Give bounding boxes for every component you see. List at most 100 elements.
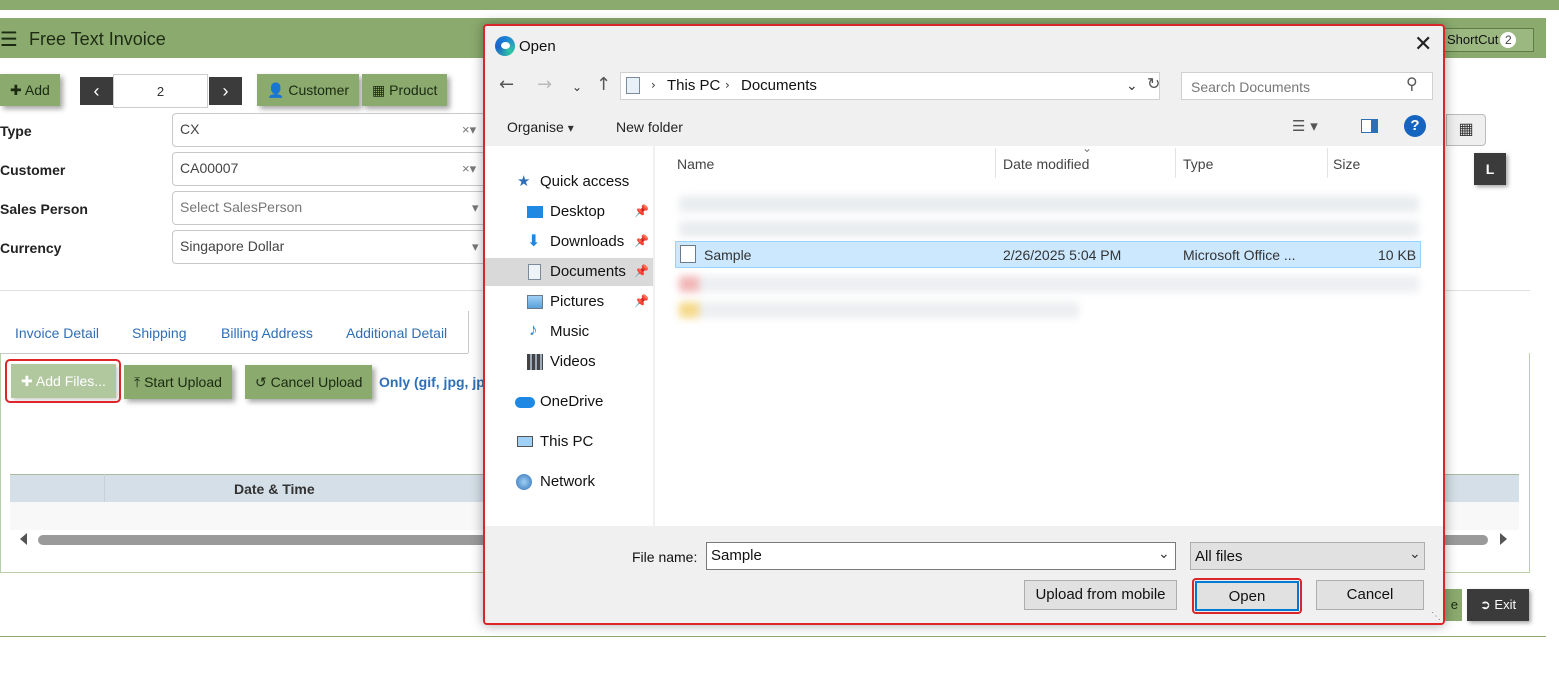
search-input[interactable]: Search Documents: [1181, 72, 1433, 100]
organise-menu[interactable]: Organise ▾: [507, 119, 574, 135]
pin-icon[interactable]: 📌: [634, 204, 649, 218]
file-name-input[interactable]: Sample: [706, 542, 1176, 570]
close-icon[interactable]: ✕: [1414, 32, 1432, 57]
customer-button[interactable]: 👤 Customer: [257, 74, 360, 106]
currency-field[interactable]: Singapore Dollar: [172, 230, 492, 264]
help-icon[interactable]: ?: [1404, 115, 1426, 137]
address-dropdown-icon[interactable]: ⌄: [1126, 78, 1138, 94]
nav-label: This PC: [540, 433, 594, 450]
scroll-left-icon[interactable]: [20, 533, 27, 545]
pin-icon[interactable]: 📌: [634, 234, 649, 248]
nav-item-videos[interactable]: Videos: [485, 348, 653, 376]
add-button[interactable]: ✚ Add: [0, 74, 60, 106]
sort-indicator-icon: ⌄: [1082, 141, 1093, 155]
product-button[interactable]: ▦ Product: [362, 74, 448, 106]
cancel-upload-button[interactable]: ↺ Cancel Upload: [245, 365, 373, 399]
page-title: Free Text Invoice: [29, 29, 166, 49]
footer-border: [0, 636, 1546, 637]
tab-additional-detail[interactable]: Additional Detail: [346, 325, 447, 341]
file-size: 10 KB: [1378, 247, 1417, 263]
column-header-size[interactable]: Size: [1333, 156, 1360, 172]
nav-item-quick-access[interactable]: ★ Quick access: [485, 168, 653, 196]
next-button[interactable]: ›: [209, 77, 242, 105]
tab-invoice-detail[interactable]: Invoice Detail: [15, 325, 99, 341]
blurred-file-row[interactable]: [679, 196, 1419, 212]
tab-shipping[interactable]: Shipping: [132, 325, 187, 341]
office-file-icon: [680, 245, 696, 263]
organise-label: Organise: [507, 119, 564, 135]
file-type: Microsoft Office ...: [1183, 247, 1296, 263]
column-header-name[interactable]: Name: [677, 156, 714, 172]
column-header-date-modified[interactable]: Date modified: [1003, 156, 1089, 172]
nav-item-music[interactable]: ♪ Music: [485, 318, 653, 346]
exit-button[interactable]: ➲ Exit: [1467, 589, 1529, 621]
nav-label: Desktop: [550, 203, 606, 220]
customer-value: CA00007: [180, 160, 239, 176]
view-options-icon[interactable]: ☰ ▾: [1292, 117, 1318, 135]
pin-icon[interactable]: 📌: [634, 264, 649, 278]
chevron-down-icon[interactable]: ▾: [472, 239, 479, 255]
star-icon: ★: [517, 173, 531, 190]
chevron-down-icon[interactable]: ⌄: [1409, 546, 1421, 562]
calendar-icon[interactable]: ▦: [1446, 114, 1486, 146]
file-type-select[interactable]: All files: [1190, 542, 1425, 570]
nav-item-documents[interactable]: Documents 📌: [485, 258, 653, 286]
clear-icon[interactable]: ×▾: [462, 122, 476, 138]
nav-item-this-pc[interactable]: This PC: [485, 428, 653, 456]
start-upload-button[interactable]: ⤒ Start Upload: [124, 365, 232, 399]
salesperson-field[interactable]: Select SalesPerson: [172, 191, 492, 225]
nav-label: Pictures: [550, 293, 605, 310]
refresh-icon[interactable]: ↻: [1147, 74, 1160, 93]
clear-icon[interactable]: ×▾: [462, 161, 476, 177]
chevron-down-icon[interactable]: ▾: [472, 200, 479, 216]
new-folder-button[interactable]: New folder: [616, 119, 683, 135]
up-arrow-icon[interactable]: ↑: [596, 74, 611, 95]
menu-icon[interactable]: ☰: [0, 27, 18, 51]
resize-grip-icon[interactable]: ⋱: [1431, 611, 1441, 622]
nav-item-network[interactable]: Network: [485, 468, 653, 496]
salesperson-placeholder: Select SalesPerson: [180, 199, 303, 215]
blurred-file-row[interactable]: [679, 302, 1079, 318]
save-label: e: [1450, 597, 1458, 612]
back-arrow-icon[interactable]: ←: [499, 74, 514, 95]
breadcrumb-documents[interactable]: Documents: [741, 77, 817, 94]
cancel-upload-label: Cancel Upload: [270, 374, 363, 390]
blurred-file-row[interactable]: [679, 276, 1419, 292]
top-strip: [0, 0, 1559, 10]
dialog-title: Open: [519, 38, 556, 55]
add-files-highlight: [5, 359, 121, 403]
customer-label: Customer: [0, 162, 66, 178]
nav-item-downloads[interactable]: ⬇ Downloads 📌: [485, 228, 653, 256]
breadcrumb-this-pc[interactable]: This PC: [667, 77, 720, 94]
file-type-value: All files: [1195, 548, 1243, 565]
type-field[interactable]: CX: [172, 113, 492, 147]
desktop-icon: [527, 206, 543, 218]
tab-billing-address[interactable]: Billing Address: [221, 325, 313, 341]
l-button[interactable]: L: [1474, 153, 1506, 185]
add-label: Add: [24, 82, 50, 98]
documents-icon: [528, 264, 541, 280]
chevron-down-icon[interactable]: ⌄: [1158, 546, 1170, 562]
recent-chevron-icon[interactable]: ⌄: [572, 80, 582, 94]
music-icon: ♪: [529, 320, 538, 339]
search-icon[interactable]: ⚲: [1406, 74, 1418, 93]
nav-item-desktop[interactable]: Desktop 📌: [485, 198, 653, 226]
nav-item-pictures[interactable]: Pictures 📌: [485, 288, 653, 316]
prev-button[interactable]: ‹: [80, 77, 113, 105]
documents-location-icon: [626, 77, 640, 94]
upload-from-mobile-button[interactable]: Upload from mobile: [1024, 580, 1177, 610]
cancel-button[interactable]: Cancel: [1316, 580, 1424, 610]
column-header-type[interactable]: Type: [1183, 156, 1213, 172]
blurred-file-row[interactable]: [679, 221, 1419, 237]
customer-button-label: Customer: [288, 82, 350, 98]
forward-arrow-icon[interactable]: →: [537, 74, 552, 95]
pager-input[interactable]: 2: [113, 74, 208, 108]
preview-pane-icon[interactable]: [1361, 119, 1378, 133]
pin-icon[interactable]: 📌: [634, 294, 649, 308]
shortcut-button[interactable]: ShortCut 2: [1440, 28, 1534, 52]
nav-item-onedrive[interactable]: OneDrive: [485, 388, 653, 416]
product-button-label: Product: [389, 82, 438, 98]
customer-field[interactable]: CA00007: [172, 152, 492, 186]
scroll-right-icon[interactable]: [1500, 533, 1507, 545]
nav-label: Quick access: [540, 173, 630, 190]
